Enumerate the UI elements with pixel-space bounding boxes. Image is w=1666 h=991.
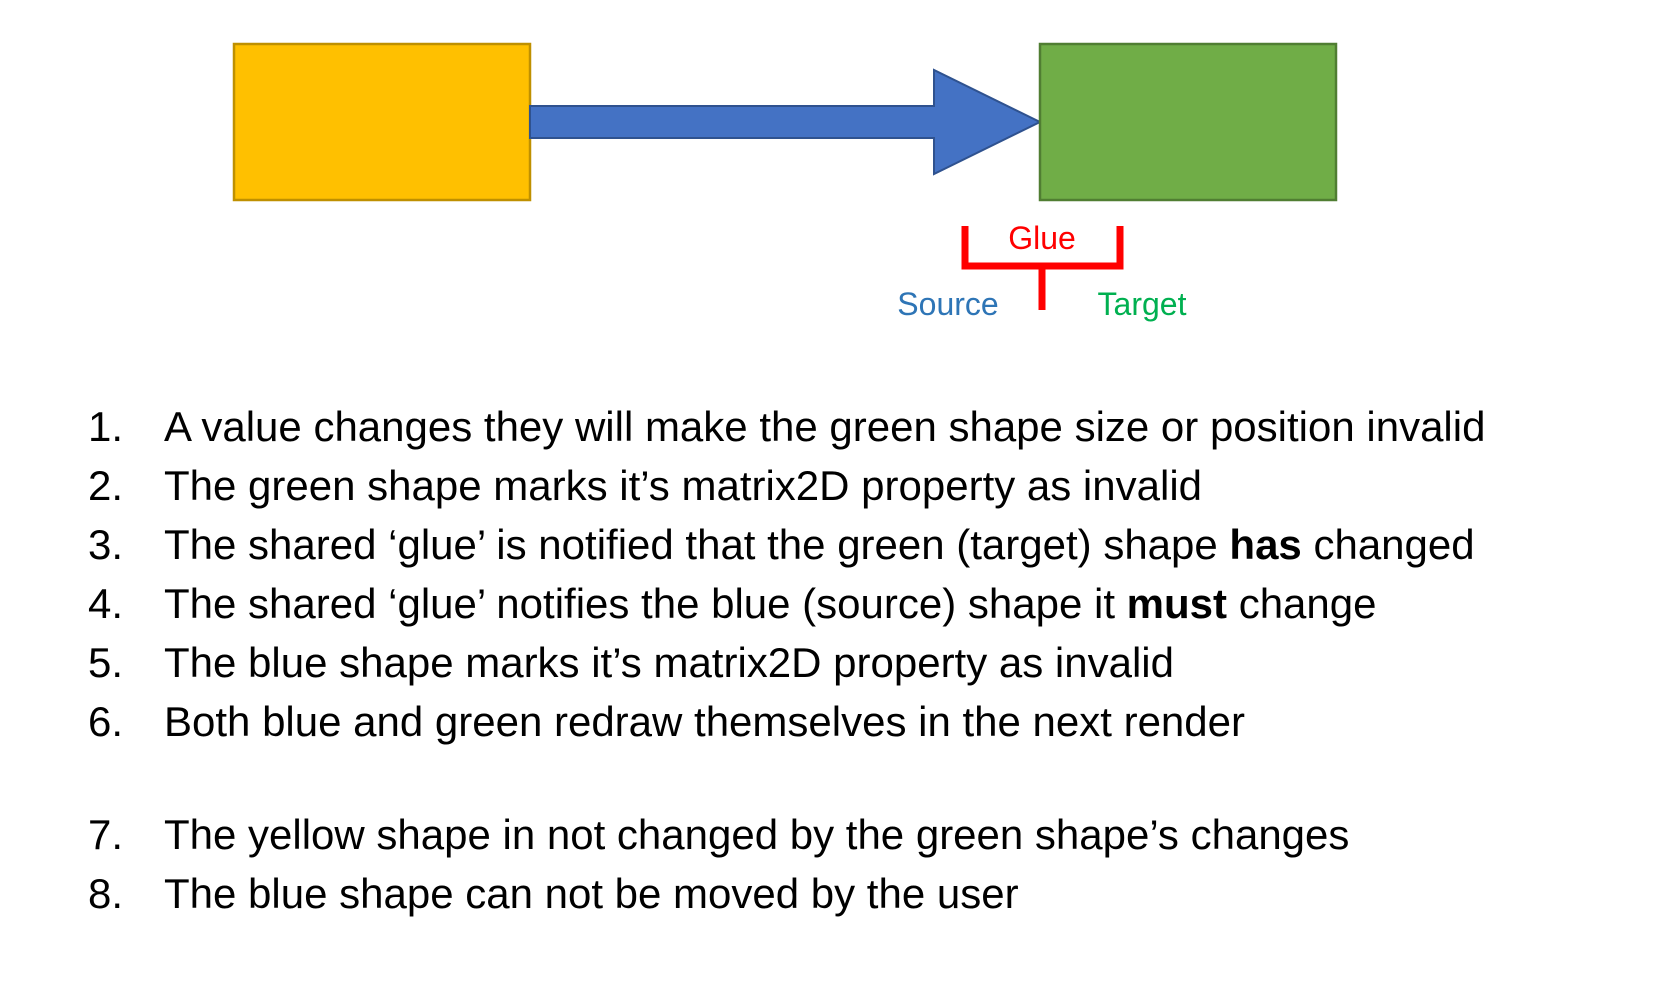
step-text-part: The green shape marks it’s matrix2D prop…	[164, 462, 1203, 509]
step-text-part: changed	[1301, 521, 1475, 568]
step-text-part: change	[1227, 580, 1377, 627]
step-number: 8.	[88, 870, 124, 917]
step-item: 2. The green shape marks it’s matrix2D pr…	[88, 461, 1202, 511]
step-number: 6.	[88, 698, 124, 745]
step-text-part: The shared ‘glue’ notifies the blue (sou…	[164, 580, 1127, 627]
step-text-part: The shared ‘glue’ is notified that the g…	[164, 521, 1230, 568]
step-text-part: The blue shape marks it’s matrix2D prope…	[164, 639, 1174, 686]
step-item: 3. The shared ‘glue’ is notified that the…	[88, 520, 1475, 570]
step-number: 4.	[88, 580, 124, 627]
step-number: 7.	[88, 811, 124, 858]
step-number: 3.	[88, 521, 124, 568]
step-text: Both blue and green redraw themselves in…	[164, 698, 1245, 745]
step-text-part: A value changes they will make the green…	[164, 403, 1486, 450]
step-item: 1. A value changes they will make the gre…	[88, 402, 1485, 452]
step-text: A value changes they will make the green…	[164, 403, 1485, 450]
step-text-emphasis: has	[1229, 521, 1302, 568]
step-text: The shared ‘glue’ is notified that the g…	[164, 521, 1475, 568]
step-item: 6. Both blue and green redraw themselves …	[88, 697, 1245, 747]
step-text-part: The yellow shape in not changed by the g…	[164, 811, 1350, 858]
step-text-emphasis: must	[1126, 580, 1228, 627]
step-number: 5.	[88, 639, 124, 686]
step-item: 8. The blue shape can not be moved by the…	[88, 869, 1019, 919]
step-item: 7. The yellow shape in not changed by the…	[88, 810, 1349, 860]
step-item: 5. The blue shape marks it’s matrix2D pro…	[88, 638, 1174, 688]
step-text: The blue shape marks it’s matrix2D prope…	[164, 639, 1174, 686]
step-item: 4. The shared ‘glue’ notifies the blue (s…	[88, 579, 1377, 629]
step-text-part: Both blue and green redraw themselves in…	[164, 698, 1245, 745]
step-text: The yellow shape in not changed by the g…	[164, 811, 1349, 858]
steps-list: 1. A value changes they will make the gre…	[0, 0, 1666, 991]
step-text-part: The blue shape can not be moved by the u…	[164, 870, 1019, 917]
step-text: The shared ‘glue’ notifies the blue (sou…	[164, 580, 1377, 627]
step-text: The green shape marks it’s matrix2D prop…	[164, 462, 1202, 509]
step-number: 1.	[88, 403, 124, 450]
step-number: 2.	[88, 462, 124, 509]
step-text: The blue shape can not be moved by the u…	[164, 870, 1019, 917]
